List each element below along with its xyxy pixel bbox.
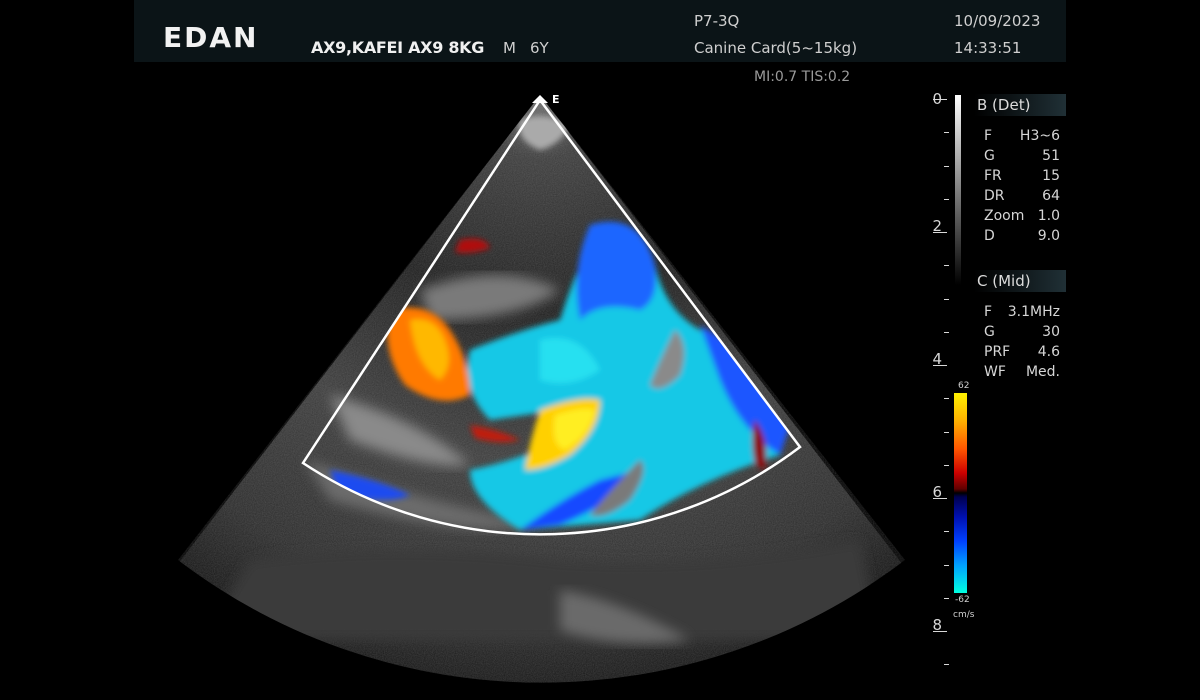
depth-tick (933, 631, 947, 632)
param-value: 4.6 (1037, 344, 1060, 360)
param-key: PRF (984, 344, 1011, 360)
param-row: DR 64 (984, 186, 1060, 206)
depth-tick (944, 265, 949, 266)
param-key: G (984, 148, 995, 164)
param-key: WF (984, 364, 1006, 380)
depth-tick (944, 531, 949, 532)
exam-date: 10/09/2023 (954, 12, 1041, 30)
param-value: 64 (1042, 188, 1060, 204)
depth-tick (933, 365, 947, 366)
mi-tis-readout: MI:0.7 TIS:0.2 (754, 69, 851, 85)
patient-sex: M (503, 39, 516, 57)
param-row: F H3~6 (984, 126, 1060, 146)
depth-tick (944, 132, 949, 133)
ultrasound-screen: E EDAN AX9,KAFEI AX9 8KG M 6Y P7-3Q Cani… (0, 0, 1200, 700)
depth-tick (944, 332, 949, 333)
color-bar-min: -62 (955, 595, 970, 605)
depth-tick (944, 299, 949, 300)
param-value: 51 (1042, 148, 1060, 164)
depth-tick (944, 398, 949, 399)
param-value: 15 (1042, 168, 1060, 184)
patient-age: 6Y (530, 39, 549, 57)
param-row: FR 15 (984, 166, 1060, 186)
param-row: Zoom 1.0 (984, 206, 1060, 226)
c-mode-title: C (Mid) (966, 270, 1066, 292)
param-key: Zoom (984, 208, 1025, 224)
depth-tick (944, 432, 949, 433)
grayscale-bar (955, 95, 961, 285)
param-value: 9.0 (1037, 228, 1060, 244)
param-key: D (984, 228, 995, 244)
param-row: D 9.0 (984, 226, 1060, 246)
param-key: DR (984, 188, 1005, 204)
param-key: F (984, 128, 993, 144)
edan-logo: EDAN (163, 21, 259, 54)
param-value: 3.1MHz (1007, 304, 1060, 320)
depth-tick (933, 232, 947, 233)
param-key: F (984, 304, 993, 320)
param-value: Med. (1025, 364, 1060, 380)
param-row: G 51 (984, 146, 1060, 166)
depth-tick (944, 166, 949, 167)
depth-tick (944, 664, 949, 665)
param-row: WF Med. (984, 362, 1060, 382)
color-velocity-bar (954, 393, 967, 593)
param-value: 30 (1042, 324, 1060, 340)
exam-time: 14:33:51 (954, 39, 1022, 57)
exam-preset: Canine Card(5~15kg) (694, 39, 858, 57)
param-row: PRF 4.6 (984, 342, 1060, 362)
color-bar-max: 62 (958, 381, 970, 391)
depth-tick (944, 565, 949, 566)
header-band (134, 0, 1066, 62)
orientation-marker: E (552, 93, 560, 106)
depth-tick (944, 199, 949, 200)
depth-tick (933, 99, 947, 100)
probe-name: P7-3Q (694, 12, 740, 30)
color-bar-unit: cm/s (953, 610, 975, 620)
param-value: 1.0 (1037, 208, 1060, 224)
depth-tick (933, 498, 947, 499)
param-value: H3~6 (1019, 128, 1060, 144)
param-key: G (984, 324, 995, 340)
depth-tick (944, 598, 949, 599)
b-mode-title: B (Det) (966, 94, 1066, 116)
param-row: F 3.1MHz (984, 302, 1060, 322)
patient-name: AX9,KAFEI AX9 8KG (311, 38, 485, 57)
param-row: G 30 (984, 322, 1060, 342)
depth-tick (944, 465, 949, 466)
param-key: FR (984, 168, 1002, 184)
